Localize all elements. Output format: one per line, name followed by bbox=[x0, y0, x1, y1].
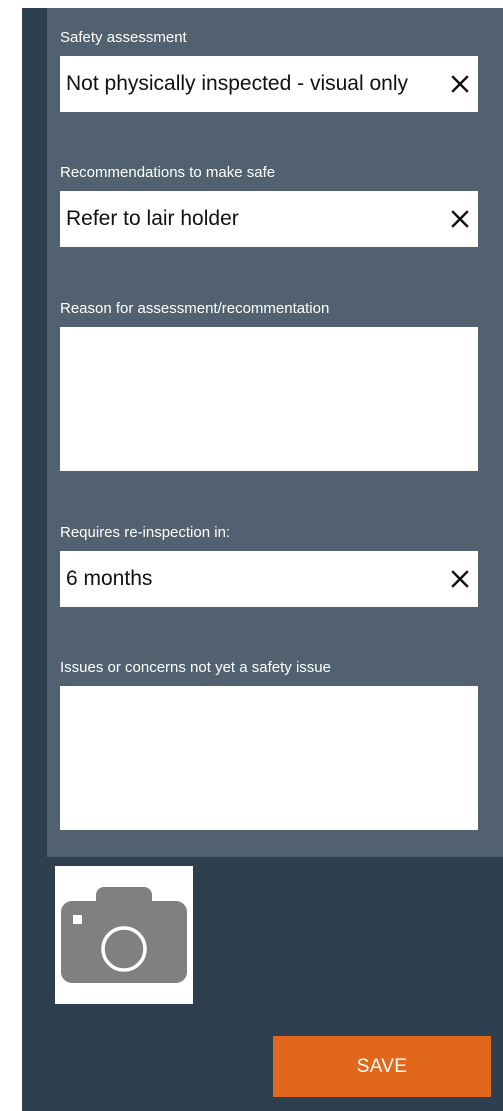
issues-textarea[interactable] bbox=[60, 686, 478, 830]
reinspection-label: Requires re-inspection in: bbox=[60, 524, 231, 541]
reinspection-value: 6 months bbox=[66, 567, 153, 590]
app-screen: Safety assessment Not physically inspect… bbox=[22, 8, 503, 1111]
save-button[interactable]: SAVE bbox=[273, 1036, 491, 1097]
safety-assessment-value: Not physically inspected - visual only bbox=[66, 72, 408, 95]
add-photo-button[interactable] bbox=[55, 866, 193, 1004]
camera-icon bbox=[61, 887, 187, 983]
recommendations-label: Recommendations to make safe bbox=[60, 164, 276, 181]
reinspection-select[interactable]: 6 months bbox=[60, 551, 478, 607]
recommendations-select[interactable]: Refer to lair holder bbox=[60, 191, 478, 247]
issues-label: Issues or concerns not yet a safety issu… bbox=[60, 659, 331, 676]
inspection-form-panel: Safety assessment Not physically inspect… bbox=[47, 8, 503, 857]
close-icon[interactable] bbox=[450, 209, 470, 229]
safety-assessment-select[interactable]: Not physically inspected - visual only bbox=[60, 56, 478, 112]
safety-assessment-label: Safety assessment bbox=[60, 29, 187, 46]
close-icon[interactable] bbox=[450, 74, 470, 94]
recommendations-value: Refer to lair holder bbox=[66, 207, 239, 230]
reason-textarea[interactable] bbox=[60, 327, 478, 471]
close-icon[interactable] bbox=[450, 569, 470, 589]
reason-label: Reason for assessment/recommentation bbox=[60, 300, 330, 317]
